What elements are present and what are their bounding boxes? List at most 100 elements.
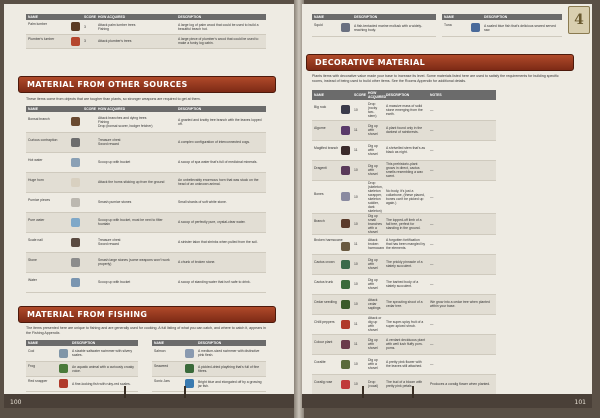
notes-cell: — (428, 100, 496, 121)
table-row: Plumber's lumber 3 Attack plumber's trees A… (26, 34, 266, 49)
desc-cell: A complex configuration of interconnecte… (176, 132, 266, 153)
table-header-row: NAME SCORE HOW ACQUIRED DESCRIPTION NOTES (312, 90, 572, 100)
item-icon (59, 348, 68, 358)
table-row: Bonsai branch Attack branches and dying t… (26, 112, 266, 133)
how-cell: Dig up with shovel (366, 140, 384, 161)
section-banner-other-sources: MATERIAL FROM OTHER SOURCES (18, 76, 276, 93)
section-title: MATERIAL FROM FISHING (27, 310, 148, 319)
name-cell: Broken harmocane (312, 234, 352, 255)
score-cell: 10 (352, 354, 366, 375)
item-icon (341, 339, 350, 349)
name-cell: Stone (26, 252, 82, 273)
desc-cell: The bud of a bloom with pretty pink peta… (384, 374, 428, 395)
table-row: Seaweed A pickled-dried plaything that's … (152, 361, 266, 377)
desc-cell: A pretty pink flower with the leaves sti… (384, 354, 428, 375)
item-name: Plumber's lumber (28, 36, 55, 41)
name-cell: Coralig rose (312, 374, 352, 395)
how-cell: Scoop up with bucket (96, 272, 176, 293)
name-cell: Algorne (312, 120, 352, 141)
section-intro: Plants items with decorative value made … (312, 74, 559, 83)
name-cell: Hot water (26, 152, 82, 173)
desc-cell: No body, it's just a collarbone, (these … (384, 180, 428, 214)
how-cell: Smash large stones (some weapons won't w… (96, 252, 176, 273)
item-name: Cod (28, 348, 35, 353)
name-cell: Plumber's lumber (26, 34, 82, 49)
table-row: Frog An aquatic animal with a curiously c… (26, 361, 138, 377)
score-cell: 11 (352, 314, 366, 335)
table-row: Red snapper A fine-looking fish with ruby… (26, 376, 138, 392)
notes-cell: — (428, 160, 496, 181)
item-name: Squid (314, 23, 323, 28)
how-cell: Dig up with a shovel (366, 354, 384, 375)
desc-cell: A fish-tentacled marine mollusk with a w… (352, 20, 436, 37)
other-sources-table: NAME SCORE HOW ACQUIRED DESCRIPTION Bonsai … (26, 106, 266, 293)
desc-cell: A large piece of plumber's wood that cou… (176, 34, 266, 49)
name-cell: Cedar seedling (312, 294, 352, 315)
item-icon (71, 117, 80, 127)
desc-cell: A massive mass of solid stone emerging f… (384, 100, 428, 121)
name-cell: Seaweed (152, 361, 196, 377)
tree-decoration (412, 386, 414, 398)
name-cell: Palm lumber (26, 20, 82, 35)
item-icon (71, 36, 80, 46)
table-row: Salmon A medium-sized swimmer with distin… (152, 346, 266, 362)
score-cell: 11 (352, 140, 366, 161)
item-icon (185, 348, 194, 358)
name-cell: Bonsai branch (26, 112, 82, 133)
item-icon (341, 145, 350, 155)
score-cell (82, 112, 96, 133)
item-name: Pure water (28, 217, 45, 222)
fish-table-cont-a: NAME DESCRIPTION Squid A fish-tentacled ma… (312, 14, 436, 37)
item-icon (341, 259, 350, 269)
item-name: Stone (28, 257, 37, 262)
item-icon (341, 359, 350, 369)
item-name: Seaweed (154, 364, 169, 368)
table-row: Water Scoop up with bucket A scoop of stan… (26, 272, 266, 293)
page-number: 101 (574, 399, 586, 406)
table-row: Pure water Scoop up with bucket, must be … (26, 212, 266, 233)
notes-cell: Produces a coralig flower when planted. (428, 374, 496, 395)
name-cell: Frog (26, 361, 70, 377)
score-cell (82, 252, 96, 273)
table-row: Chilli peppers 11 Attack or dig up with sh… (312, 314, 572, 335)
notes-cell: — (428, 120, 496, 141)
item-name: Branch (314, 219, 325, 223)
table-row: Dragenti 10 Dig up with shovel This prehist… (312, 160, 572, 181)
section-intro: The items presented here are unique to f… (26, 326, 266, 335)
table-row: Sonic Jars Bright blue and elongated off … (152, 376, 266, 392)
table-row: Coralig rose 10 Drop (vocal) The bud of a b… (312, 374, 572, 395)
item-icon (341, 299, 350, 309)
item-icon (471, 23, 480, 33)
fishing-table-b: NAME DESCRIPTION Salmon A medium-sized swi… (152, 340, 266, 392)
score-cell: 10 (352, 254, 366, 275)
desc-cell: A fine-looking fish with ruby-red scales… (70, 376, 138, 392)
how-cell: Dig up with shovel (366, 120, 384, 141)
column-header: DESCRIPTION (384, 90, 428, 100)
desc-cell: The lopped-off limb of a fall tree, perf… (384, 213, 428, 235)
item-icon (341, 192, 350, 201)
how-cell: Treasure chest Sword reward (96, 232, 176, 253)
column-header: NOTES (428, 90, 496, 100)
name-cell: Cactus trunk (312, 274, 352, 295)
item-icon (71, 137, 80, 147)
notes-cell: — (428, 140, 496, 161)
desc-cell: A verdant deciduous plant with well lush… (384, 334, 428, 355)
decorative-table: NAME SCORE HOW ACQUIRED DESCRIPTION NOTES Bi… (312, 90, 572, 395)
how-cell: Attack cedar saplings (366, 294, 384, 315)
column-header: HOW ACQUIRED (366, 90, 387, 100)
name-cell: Magified branch (312, 140, 352, 161)
desc-cell: A scoop of spa water that's full of medi… (176, 152, 266, 173)
score-cell: 10 (352, 294, 366, 315)
table-row: Hot water Scoop up with bucket A scoop of … (26, 152, 266, 173)
name-cell: Branch (312, 213, 352, 235)
name-cell: Scale nail (26, 232, 82, 253)
score-cell (82, 132, 96, 153)
name-cell: Huge horn (26, 172, 82, 193)
item-icon (341, 219, 350, 228)
how-cell: Dig up small branches with a shovel (366, 213, 384, 235)
score-cell: 3 (82, 20, 96, 35)
item-icon (59, 379, 68, 388)
name-cell: Curious contraption (26, 132, 82, 153)
item-name: Pumice pieces (28, 197, 51, 202)
item-name: Red snapper (28, 379, 48, 383)
